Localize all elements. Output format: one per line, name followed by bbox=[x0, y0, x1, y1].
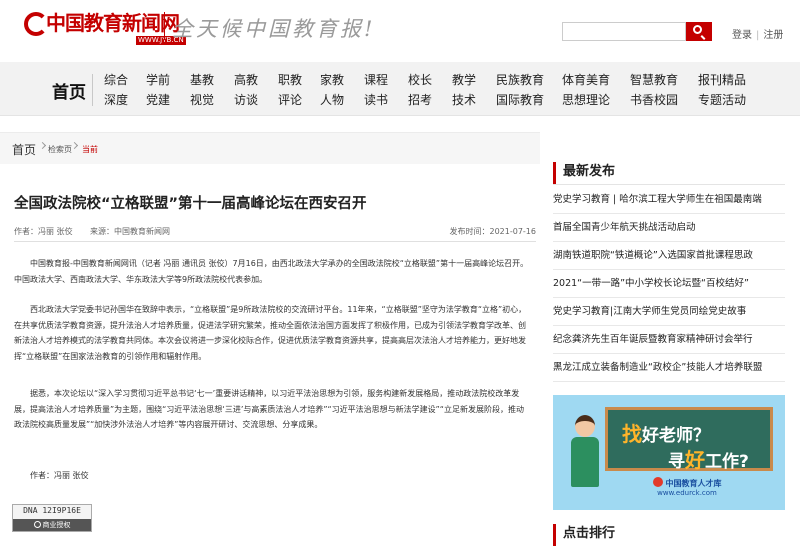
nav-item[interactable]: 招考 bbox=[408, 92, 432, 108]
latest-heading: 最新发布 bbox=[553, 162, 785, 184]
search-icon bbox=[693, 25, 702, 34]
breadcrumb-home[interactable]: 首页 bbox=[12, 141, 36, 158]
latest-item[interactable]: 党史学习教育|江南大学师生党员同绘党史故事 bbox=[553, 298, 785, 326]
latest-heading-rule bbox=[553, 184, 785, 185]
nav-item[interactable]: 基教 bbox=[190, 72, 214, 88]
nav-item[interactable]: 教学 bbox=[452, 72, 476, 88]
hot-ranking-heading: 点击排行 bbox=[553, 524, 785, 546]
nav-item[interactable]: 党建 bbox=[146, 92, 170, 108]
ad-zhao: 找 bbox=[622, 422, 642, 446]
nav-item[interactable]: 人物 bbox=[320, 92, 344, 108]
article-paragraph: 西北政法大学党委书记孙国华在致辞中表示，“立格联盟”是9所政法院校的交流研讨平台… bbox=[14, 305, 527, 361]
article-source: 来源：中国教育新闻网 bbox=[90, 227, 170, 236]
nav-item[interactable]: 智慧教育 bbox=[630, 72, 678, 88]
latest-item[interactable]: 2021“一带一路”中小学校长论坛暨“百校结好” bbox=[553, 270, 785, 298]
ad-line-2-text: 工作? bbox=[705, 452, 749, 472]
nav-item[interactable]: 专题活动 bbox=[698, 92, 746, 108]
nav-item[interactable]: 体育美育 bbox=[562, 72, 610, 88]
dna-license-badge[interactable]: DNA 12I9P16E 商业授权 bbox=[12, 504, 92, 532]
logo-divider bbox=[164, 12, 165, 40]
article-author: 作者：冯丽 张佼 bbox=[14, 227, 73, 236]
nav-divider bbox=[92, 74, 93, 106]
ad-logo-url: www.edurck.com bbox=[657, 489, 717, 497]
nav-item[interactable]: 思想理论 bbox=[562, 92, 610, 108]
nav-item[interactable]: 学前 bbox=[146, 72, 170, 88]
ad-logo-name: 中国教育人才库 bbox=[617, 477, 757, 489]
ad-line-2-prefix: 寻 bbox=[668, 452, 685, 472]
article-meta: 作者：冯丽 张佼 来源：中国教育新闻网 发布时间：2021-07-16 bbox=[14, 222, 536, 242]
logo-mark-icon bbox=[24, 12, 48, 36]
talent-ad-banner[interactable]: 找好老师？ 寻好工作? 中国教育人才库 www.edurck.com bbox=[553, 395, 785, 510]
nav-item[interactable]: 职教 bbox=[278, 72, 302, 88]
nav-home[interactable]: 首页 bbox=[52, 78, 86, 103]
dna-license-bar: 商业授权 bbox=[13, 519, 91, 531]
article-closing-author: 作者：冯丽 张佼 bbox=[30, 471, 89, 480]
dna-code: DNA 12I9P16E bbox=[23, 506, 81, 515]
latest-item[interactable]: 纪念龚济先生百年诞辰暨教育家精神研讨会举行 bbox=[553, 326, 785, 354]
nav-item[interactable]: 高教 bbox=[234, 72, 258, 88]
breadcrumb: 首页 检索页 当前 bbox=[0, 132, 540, 164]
nav-item[interactable]: 书香校园 bbox=[630, 92, 678, 108]
site-logo[interactable]: 中国教育新闻网 WWW.JYB.CN bbox=[24, 10, 186, 45]
article-paragraph: 中国教育报-中国教育新闻网讯（记者 冯丽 通讯员 张佼）7月16日，由西北政法大… bbox=[14, 259, 529, 284]
breadcrumb-section[interactable]: 检索页 bbox=[48, 144, 72, 155]
breadcrumb-current: 当前 bbox=[82, 145, 98, 154]
nav-item[interactable]: 课程 bbox=[364, 72, 388, 88]
ad-line-1-text: 好老师？ bbox=[642, 426, 710, 446]
ad-logo-name-text: 中国教育人才库 bbox=[665, 479, 722, 488]
nav-item[interactable]: 技术 bbox=[452, 92, 476, 108]
nav-item[interactable]: 家教 bbox=[320, 72, 344, 88]
ad-line-1: 找好老师？ bbox=[622, 418, 710, 447]
article-publish-time: 发布时间：2021-07-16 bbox=[449, 227, 537, 236]
user-links-separator: | bbox=[756, 30, 760, 41]
copyright-icon bbox=[33, 521, 41, 528]
teacher-body bbox=[571, 437, 599, 487]
ad-line-2: 寻好工作? bbox=[668, 444, 749, 473]
article-paragraph: 据悉，本次论坛以“深入学习贯彻习近平总书记‘七一’重要讲话精神，以习近平法治思想… bbox=[14, 389, 524, 429]
user-links: 登录 | 注册 bbox=[732, 26, 783, 41]
nav-item[interactable]: 深度 bbox=[104, 92, 128, 108]
latest-item[interactable]: 黑龙江成立装备制造业“政校企”技能人才培养联盟 bbox=[553, 354, 785, 382]
latest-item[interactable]: 党史学习教育 | 哈尔滨工程大学师生在祖国最南端 bbox=[553, 186, 785, 214]
nav-item[interactable]: 国际教育 bbox=[496, 92, 544, 108]
register-link[interactable]: 注册 bbox=[763, 30, 783, 41]
search-button[interactable] bbox=[686, 22, 712, 41]
teacher-illustration bbox=[567, 415, 603, 495]
nav-item[interactable]: 评论 bbox=[278, 92, 302, 108]
nav-item[interactable]: 读书 bbox=[364, 92, 388, 108]
search-box bbox=[562, 22, 686, 44]
logo-name: 中国教育新闻网 bbox=[46, 11, 180, 35]
login-link[interactable]: 登录 bbox=[732, 30, 752, 41]
latest-item[interactable]: 湖南铁道职院“铁道概论”入选国家首批课程思政 bbox=[553, 242, 785, 270]
nav-item[interactable]: 综合 bbox=[104, 72, 128, 88]
nav-item[interactable]: 民族教育 bbox=[496, 72, 544, 88]
ad-logo: 中国教育人才库 www.edurck.com bbox=[617, 477, 757, 497]
ad-chalkboard: 找好老师？ 寻好工作? bbox=[605, 407, 773, 473]
article-title: 全国政法院校“立格联盟”第十一届高峰论坛在西安召开 bbox=[14, 196, 367, 212]
nav-item[interactable]: 访谈 bbox=[234, 92, 258, 108]
chevron-right-icon bbox=[70, 141, 79, 150]
site-slogan: 全天候中国教育报! bbox=[172, 17, 376, 41]
nav-item[interactable]: 校长 bbox=[408, 72, 432, 88]
site-header: 中国教育新闻网 WWW.JYB.CN 全天候中国教育报! 登录 | 注册 bbox=[0, 0, 800, 62]
talent-logo-icon bbox=[652, 477, 663, 487]
nav-item[interactable]: 报刊精品 bbox=[698, 72, 746, 88]
ad-hao: 好 bbox=[685, 448, 705, 472]
latest-item[interactable]: 首届全国青少年航天挑战活动启动 bbox=[553, 214, 785, 242]
search-input[interactable] bbox=[563, 26, 685, 44]
dna-license-label: 商业授权 bbox=[42, 521, 71, 529]
chevron-right-icon bbox=[38, 141, 47, 150]
main-nav: 首页 综合 学前 基教 高教 职教 家教 课程 校长 教学 民族教育 体育美育 … bbox=[0, 62, 800, 116]
nav-item[interactable]: 视觉 bbox=[190, 92, 214, 108]
teacher-head bbox=[575, 415, 595, 437]
